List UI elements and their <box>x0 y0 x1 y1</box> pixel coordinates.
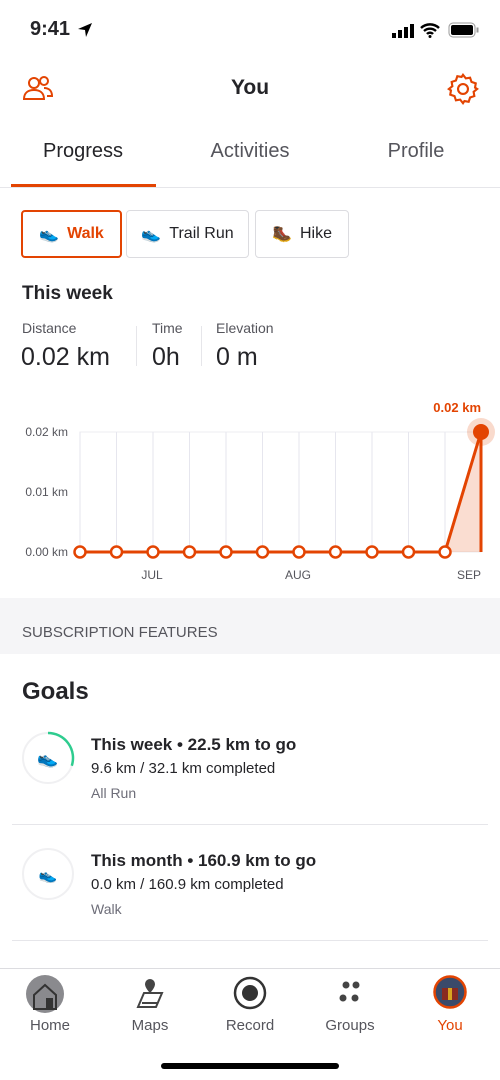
data-point <box>73 545 87 559</box>
trail-shoe-icon: 👟 <box>141 226 162 243</box>
y-tick-label: 0.01 km <box>25 485 68 499</box>
data-point <box>438 545 452 559</box>
page-title: You <box>230 76 270 99</box>
stat-label: Distance <box>22 320 77 336</box>
divider <box>12 940 488 941</box>
data-point <box>146 545 160 559</box>
tab-bar: Progress Activities Profile <box>0 120 500 188</box>
goal-progress-text: 0.0 km / 160.9 km completed <box>91 876 284 893</box>
chip-hike[interactable]: 🥾 Hike <box>255 210 349 258</box>
data-point <box>365 545 379 559</box>
tab-profile[interactable]: Profile <box>333 140 499 163</box>
y-tick-label: 0.00 km <box>25 545 68 559</box>
data-point <box>109 545 124 559</box>
nav-label: Home <box>29 1017 70 1034</box>
hike-boot-icon: 🥾 <box>272 226 292 243</box>
goals-title: Goals <box>22 678 89 705</box>
battery-icon <box>448 22 479 38</box>
maps-icon <box>136 979 164 1008</box>
chip-label: Trail Run <box>169 225 234 242</box>
goal-item-month[interactable]: 👟 This month • 160.9 km to go 0.0 km / 1… <box>0 844 500 940</box>
goal-title: This week • 22.5 km to go <box>91 735 297 754</box>
status-time: 9:41 <box>30 18 71 40</box>
data-point-highlight <box>473 424 489 440</box>
stat-label: Elevation <box>216 320 274 336</box>
stat-value: 0.02 km <box>21 343 110 371</box>
wifi-icon <box>420 23 440 38</box>
highlight-value-label: 0.02 km <box>433 400 481 415</box>
divider <box>136 326 137 366</box>
nav-label: You <box>437 1017 463 1034</box>
goal-progress-ring: 👟 <box>22 731 75 784</box>
run-shoe-icon: 👟 <box>37 749 58 769</box>
record-icon <box>233 976 267 1010</box>
data-point <box>182 545 197 559</box>
divider <box>201 326 202 366</box>
series-line <box>80 431 483 554</box>
tab-activities[interactable]: Activities <box>167 140 333 163</box>
nav-label: Maps <box>131 1017 169 1034</box>
goal-type: Walk <box>91 901 122 917</box>
data-point <box>255 545 270 559</box>
tab-progress[interactable]: Progress <box>0 140 166 163</box>
nav-label: Record <box>225 1017 275 1034</box>
stat-value: 0 m <box>216 343 258 371</box>
divider <box>12 824 488 825</box>
goal-progress-ring: 👟 <box>22 848 74 900</box>
avatar <box>433 975 467 1009</box>
walk-shoe-icon: 👟 <box>39 867 58 884</box>
status-bar: 9:41 <box>0 0 500 60</box>
nav-label: Groups <box>325 1017 375 1034</box>
groups-icon <box>339 981 360 1002</box>
location-arrow-icon <box>78 23 92 37</box>
tab-underline <box>11 184 156 187</box>
stat-value: 0h <box>152 343 180 371</box>
chip-label: Walk <box>67 225 104 242</box>
goal-progress-text: 9.6 km / 32.1 km completed <box>91 760 276 777</box>
x-tick-label: AUG <box>285 568 311 582</box>
signal-icon <box>392 24 414 38</box>
weekly-distance-chart: 0.00 km 0.01 km 0.02 km JUL AUG SEP 0.02 km <box>25 400 495 582</box>
chip-walk[interactable]: 👟 Walk <box>21 210 122 258</box>
x-tick-label: SEP <box>457 568 481 582</box>
y-tick-label: 0.02 km <box>25 425 68 439</box>
goal-item-week[interactable]: 👟 This week • 22.5 km to go 9.6 km / 32.… <box>0 728 500 824</box>
goal-title: This month • 160.9 km to go <box>91 851 317 870</box>
data-point <box>219 545 233 559</box>
goal-type: All Run <box>91 785 137 801</box>
home-indicator <box>161 1063 339 1069</box>
data-point <box>328 545 343 559</box>
stat-label: Time <box>152 320 183 336</box>
gear-icon[interactable] <box>446 72 480 106</box>
data-point <box>292 545 306 559</box>
walk-shoe-icon: 👟 <box>39 226 60 243</box>
data-point <box>401 545 416 559</box>
subscription-features-header: SUBSCRIPTION FEATURES <box>0 598 500 654</box>
chip-trail-run[interactable]: 👟 Trail Run <box>126 210 249 258</box>
x-tick-label: JUL <box>141 568 163 582</box>
chip-label: Hike <box>299 225 332 242</box>
home-icon <box>26 975 64 1013</box>
plot-area <box>79 431 482 553</box>
week-title: This week <box>22 283 113 304</box>
